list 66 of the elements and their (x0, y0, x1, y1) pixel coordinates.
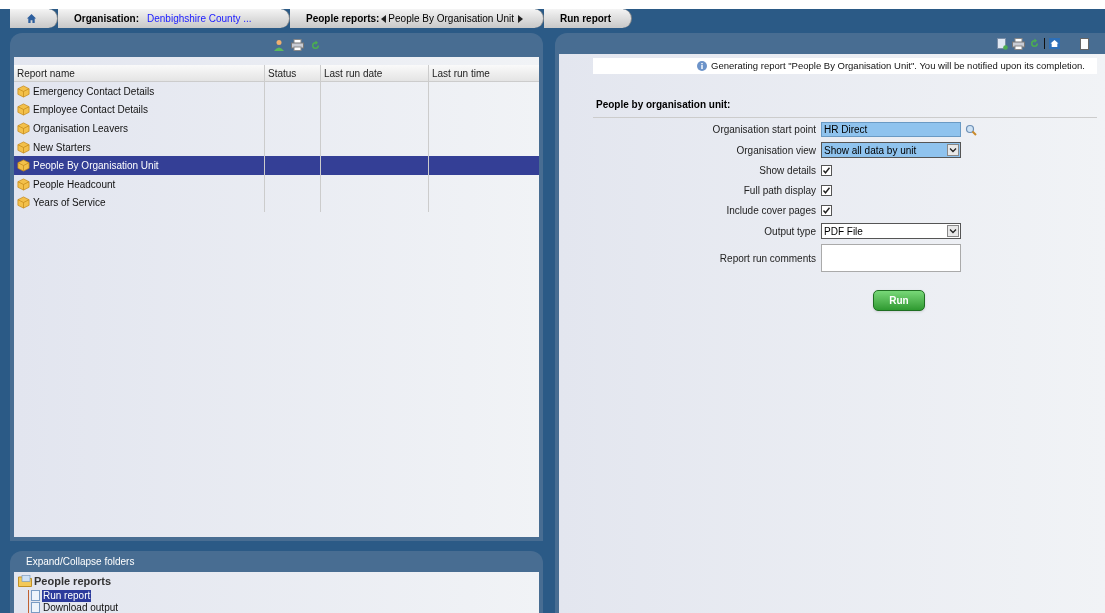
search-icon[interactable] (965, 123, 977, 136)
field-label: Include cover pages (725, 204, 816, 218)
breadcrumb-item[interactable]: Run report (544, 9, 633, 28)
field-label: Show details (758, 164, 816, 178)
column-header[interactable]: Status (264, 65, 320, 81)
report-row[interactable]: Emergency Contact Details (14, 82, 539, 101)
package-icon (17, 84, 30, 98)
dropdown-arrow-icon (947, 225, 959, 237)
dropdown-arrow-icon (947, 144, 959, 156)
report-row[interactable]: People Headcount (14, 174, 539, 194)
report-name: People Headcount (33, 177, 116, 192)
package-icon (17, 177, 30, 191)
column-header[interactable]: Report name (14, 65, 264, 81)
report-name: Employee Contact Details (33, 103, 149, 118)
document-icon (31, 602, 40, 613)
document-icon (31, 590, 40, 601)
tree-item[interactable]: Run report (42, 589, 92, 602)
report-name: People By Organisation Unit (33, 159, 159, 174)
field-label: Organisation start point (711, 123, 816, 137)
left-caret-icon[interactable] (381, 14, 387, 23)
organisation-link[interactable]: Denbighshire County ... (147, 11, 252, 26)
checkbox[interactable] (821, 165, 832, 176)
folder-icon (18, 575, 32, 588)
print-icon[interactable] (290, 39, 304, 51)
field-label: Organisation view (735, 143, 816, 158)
breadcrumb-label: Organisation: (74, 12, 139, 26)
tree-item[interactable]: Download output (42, 601, 120, 613)
right-caret-icon[interactable] (518, 14, 523, 23)
package-icon (17, 159, 30, 173)
person-icon[interactable] (272, 39, 285, 51)
organisation-input[interactable]: HR Direct (821, 122, 961, 137)
package-icon (17, 196, 30, 210)
report-name: Years of Service (33, 196, 106, 211)
dropdown-select[interactable]: Show all data by unit (821, 142, 961, 158)
field-label: Output type (763, 224, 816, 239)
checkbox[interactable] (821, 185, 832, 196)
breadcrumb-picker[interactable]: People By Organisation Unit (388, 11, 514, 26)
tree-folder[interactable]: People reports (34, 573, 112, 590)
package-icon (17, 103, 30, 117)
dropdown-select[interactable]: PDF File (821, 223, 961, 239)
home-button[interactable] (10, 9, 58, 28)
report-row[interactable]: People By Organisation Unit (14, 156, 539, 175)
package-icon (17, 140, 30, 154)
package-icon (17, 122, 30, 135)
field-label: Full path display (742, 184, 816, 198)
home-icon[interactable] (1049, 38, 1060, 49)
section-title: People by organisation unit: (595, 99, 731, 110)
checkbox[interactable] (821, 205, 832, 216)
field-label: Report run comments (718, 251, 816, 266)
breadcrumb-label: People reports: (306, 12, 380, 26)
report-row[interactable]: Years of Service (14, 193, 539, 213)
comments-field[interactable] (821, 244, 961, 272)
panel-title[interactable]: Expand/Collapse folders (26, 554, 135, 569)
report-row[interactable]: Employee Contact Details (14, 100, 539, 120)
column-header[interactable]: Last run time (428, 65, 539, 81)
home-icon (26, 13, 37, 24)
report-name: Emergency Contact Details (33, 84, 155, 99)
print-icon[interactable] (1012, 37, 1025, 50)
report-name: Organisation Leavers (33, 122, 129, 136)
column-header[interactable]: Last run date (320, 65, 428, 81)
report-icon[interactable] (997, 37, 1008, 50)
window-icon[interactable] (1080, 37, 1089, 50)
info-icon (697, 61, 708, 71)
notice-text: Generating report "People By Organisation Unit". You will be notified upon its completion. (711, 58, 1085, 73)
report-row[interactable]: Organisation Leavers (14, 119, 539, 138)
report-name: New Starters (33, 140, 91, 155)
